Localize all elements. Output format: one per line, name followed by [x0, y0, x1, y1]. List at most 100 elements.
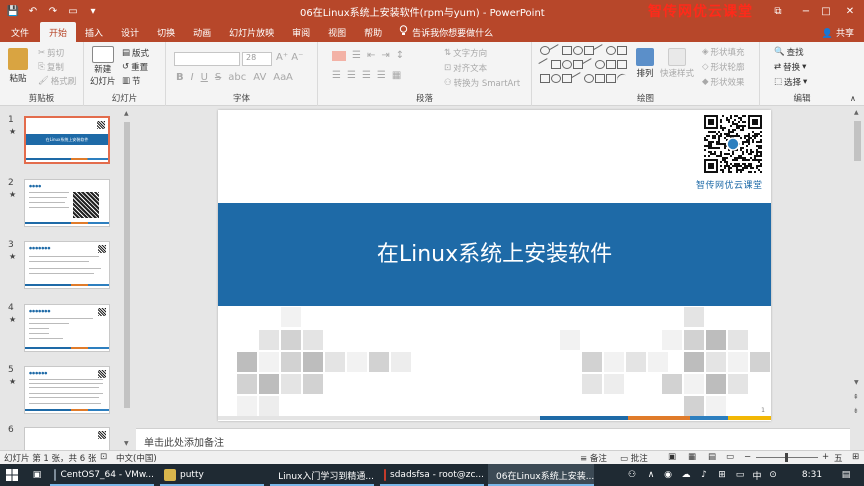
new-slide-button[interactable]: 新建 幻灯片	[90, 46, 116, 87]
taskbar-item-putty[interactable]: putty	[160, 464, 264, 486]
volume-icon[interactable]: ♪	[696, 464, 712, 486]
shape-gallery-item[interactable]	[571, 72, 585, 85]
scroll-up-icon[interactable]: ▲	[854, 109, 859, 116]
ime-mode-icon[interactable]: ⊙	[766, 464, 780, 486]
language-status[interactable]: 中文(中国)	[116, 452, 157, 464]
tab-transitions[interactable]: 切换	[148, 22, 184, 42]
slide-title[interactable]: 在Linux系统上安装软件	[377, 236, 612, 268]
tray-app-icon[interactable]: ◉	[660, 464, 676, 486]
fit-slide-icon[interactable]: ⊞	[852, 452, 859, 462]
task-view-icon[interactable]: ▣	[26, 464, 48, 486]
font-color-icon[interactable]: A	[286, 72, 293, 83]
shape-gallery-item[interactable]	[606, 74, 616, 83]
shape-gallery-item[interactable]	[538, 58, 552, 71]
shape-gallery-item[interactable]	[540, 46, 550, 55]
arrange-button[interactable]: 排列	[636, 48, 654, 79]
shape-gallery-item[interactable]	[573, 60, 583, 69]
scroll-down-icon[interactable]: ▼	[854, 379, 859, 386]
copy-button[interactable]: ⎘ 复制	[38, 61, 64, 73]
shape-gallery-item[interactable]	[584, 46, 594, 55]
shape-gallery-item[interactable]	[540, 74, 550, 83]
shape-gallery-item[interactable]	[582, 58, 596, 71]
shape-gallery-item[interactable]	[595, 74, 605, 83]
start-button[interactable]	[0, 464, 24, 486]
replace-button[interactable]: ⇄ 替换 ▾	[774, 61, 806, 73]
redo-icon[interactable]: ↷	[44, 2, 62, 20]
notifications-icon[interactable]: ▤	[838, 464, 854, 486]
notes-pane[interactable]: 单击此处添加备注	[136, 428, 850, 450]
ribbon-display-icon[interactable]: ⧉	[764, 0, 792, 22]
slideshow-view-icon[interactable]: ▭	[726, 452, 734, 462]
align-text-button[interactable]: ⊡ 对齐文本	[444, 62, 487, 74]
thumbnail-1[interactable]: 在Linux系统上安装软件	[24, 116, 110, 164]
smartart-button[interactable]: ⚇ 转换为 SmartArt	[444, 77, 520, 89]
shape-gallery-item[interactable]	[606, 60, 616, 69]
shape-gallery-item[interactable]	[615, 72, 629, 85]
scroll-down-icon[interactable]: ▼	[124, 440, 129, 447]
taskbar-item-vmware[interactable]: CentOS7_64 - VMw...	[50, 464, 154, 486]
shapes-gallery[interactable]	[538, 44, 632, 90]
shape-gallery-item[interactable]	[617, 46, 627, 55]
find-button[interactable]: 🔍 查找	[774, 46, 804, 58]
clock[interactable]: 8:31	[798, 464, 826, 486]
shape-gallery-item[interactable]	[595, 60, 605, 69]
thumbnails-scroll-thumb[interactable]	[124, 122, 130, 408]
reset-button[interactable]: ↺ 重置	[122, 61, 148, 73]
cut-button[interactable]: ✂ 剪切	[38, 47, 64, 59]
ime-indicator[interactable]: 中	[750, 464, 764, 486]
tab-file[interactable]: 文件	[0, 22, 41, 42]
undo-icon[interactable]: ↶	[24, 2, 42, 20]
tab-slideshow[interactable]: 幻灯片放映	[220, 22, 283, 42]
thumbnail-4[interactable]: ●●●●●●●	[24, 304, 110, 352]
shape-gallery-item[interactable]	[617, 60, 627, 69]
shape-effects-button[interactable]: ◆ 形状效果	[702, 76, 745, 88]
shape-gallery-item[interactable]	[562, 74, 572, 83]
align-buttons[interactable]: ☰ ☰ ☰ ☰ ▦	[332, 70, 401, 81]
paste-button[interactable]: 粘贴	[8, 48, 28, 84]
tell-me-box[interactable]: 告诉我你想要做什么	[391, 22, 493, 42]
tab-review[interactable]: 审阅	[283, 22, 319, 42]
taskbar-item-terminal[interactable]: sdadsfsa - root@zc...	[380, 464, 484, 486]
select-button[interactable]: ⬚ 选择 ▾	[774, 76, 807, 88]
zoom-slider-thumb[interactable]	[785, 453, 788, 462]
tab-design[interactable]: 设计	[112, 22, 148, 42]
reading-view-icon[interactable]: ▤	[708, 452, 716, 462]
slide-scrollbar[interactable]: ▲ ▼ ⇞ ⇟	[851, 107, 864, 427]
thumbnail-2[interactable]: ●●●●	[24, 179, 110, 227]
close-button[interactable]: ✕	[836, 0, 864, 22]
zoom-out-icon[interactable]: −	[744, 452, 751, 462]
present-icon[interactable]: ▭	[64, 2, 82, 20]
show-hidden-icons[interactable]: ∧	[644, 464, 658, 486]
collapse-ribbon-icon[interactable]: ∧	[850, 94, 856, 103]
cloud-icon[interactable]: ☁	[678, 464, 694, 486]
shape-fill-button[interactable]: ◈ 形状填充	[702, 46, 745, 58]
notes-toggle[interactable]: ≡ 备注	[580, 452, 607, 464]
next-slide-icon[interactable]: ⇟	[853, 407, 859, 415]
tab-animations[interactable]: 动画	[184, 22, 220, 42]
scroll-up-icon[interactable]: ▲	[124, 110, 129, 117]
spell-check-icon[interactable]: ⊡	[100, 452, 107, 462]
shape-gallery-item[interactable]	[573, 46, 583, 55]
taskbar-item-powerpoint[interactable]: 06在Linux系统上安装...	[488, 464, 594, 486]
tab-view[interactable]: 视图	[319, 22, 355, 42]
list-buttons[interactable]: ☰ ⇤ ⇥ ↕	[332, 50, 404, 61]
shape-gallery-item[interactable]	[551, 60, 561, 69]
comments-toggle[interactable]: ▭ 批注	[620, 452, 648, 464]
normal-view-icon[interactable]: ▣	[668, 452, 676, 462]
shape-gallery-item[interactable]	[593, 44, 607, 57]
format-painter-button[interactable]: 🖌 格式刷	[38, 75, 76, 87]
thumbnail-6[interactable]	[24, 427, 110, 450]
thumbnail-3[interactable]: ●●●●●●●	[24, 241, 110, 289]
thumbnail-5[interactable]: ●●●●●●	[24, 366, 110, 414]
shape-gallery-item[interactable]	[549, 44, 563, 57]
save-icon[interactable]: 💾	[4, 2, 22, 20]
font-size-input[interactable]: 28	[242, 52, 272, 66]
grow-font-icon[interactable]: A⁺ A⁻	[276, 52, 303, 63]
font-format-buttons[interactable]: B I U Sabc AV Aa	[176, 72, 286, 83]
slide-canvas[interactable]: 智传网优云课堂 在Linux系统上安装软件 1	[218, 110, 771, 421]
quick-styles-button[interactable]: 快速样式	[660, 48, 694, 79]
battery-icon[interactable]: ▭	[732, 464, 748, 486]
people-icon[interactable]: ⚇	[624, 464, 640, 486]
thumbnails-scrollbar[interactable]: ▲ ▼	[123, 110, 131, 447]
shape-gallery-item[interactable]	[562, 60, 572, 69]
